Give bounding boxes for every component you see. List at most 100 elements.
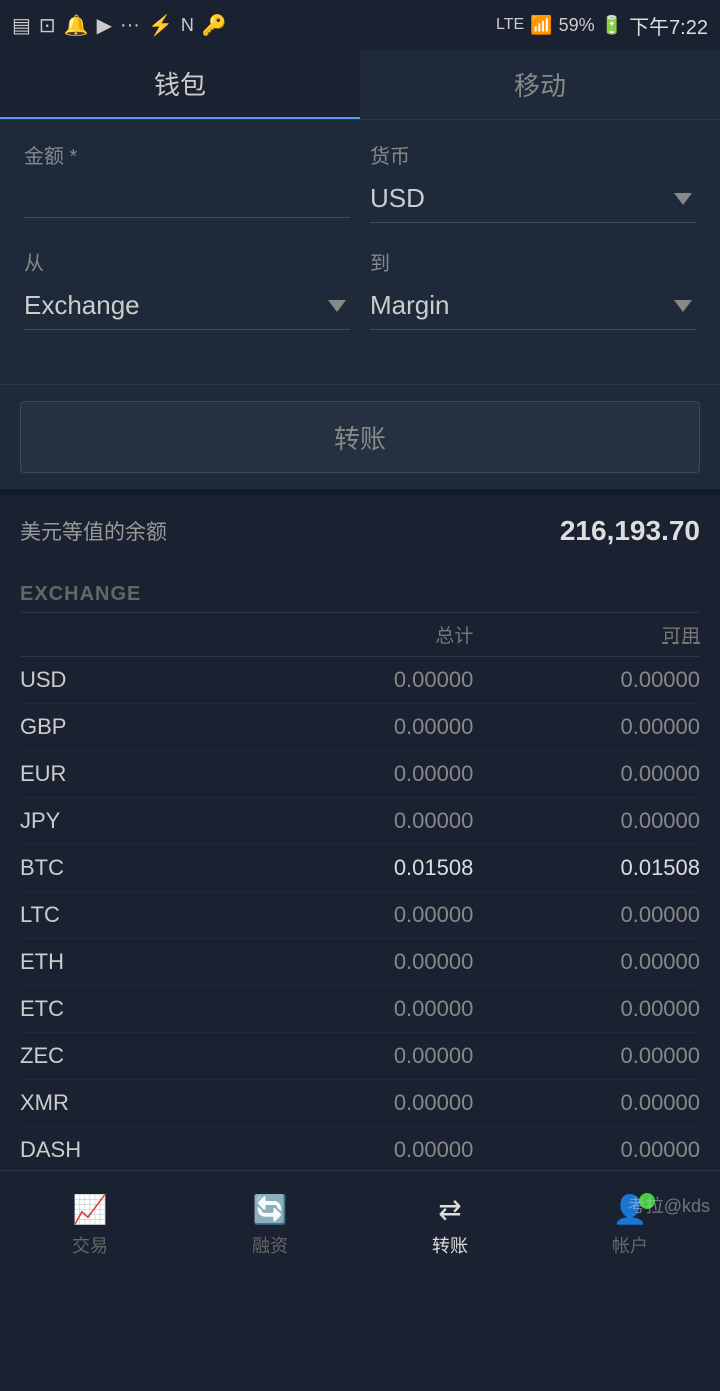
balance-label: 美元等值的余额: [20, 516, 167, 546]
row-total: 0.00000: [247, 949, 474, 975]
table-row: USD 0.00000 0.00000: [20, 657, 700, 704]
row-currency-name: BTC: [20, 855, 247, 881]
nav-label-finance: 融资: [252, 1232, 288, 1258]
row-available: 0.00000: [473, 902, 700, 928]
row-available: 0.00000: [473, 761, 700, 787]
to-group: 到 Margin: [370, 247, 696, 330]
from-value: Exchange: [24, 290, 140, 321]
main-tab-bar: 钱包 移动: [0, 50, 720, 120]
table-row: JPY 0.00000 0.00000: [20, 798, 700, 845]
row-currency-name: DASH: [20, 1137, 247, 1163]
row-total: 0.00000: [247, 667, 474, 693]
col-avail-header: 可用: [473, 621, 700, 648]
table-header: 总计 可用: [20, 613, 700, 657]
trade-icon: 📈: [73, 1193, 108, 1226]
col-total-header: 总计: [247, 621, 474, 648]
battery-percent: 59%: [559, 15, 595, 36]
to-chevron-icon: [674, 300, 696, 312]
from-chevron-icon: [328, 300, 350, 312]
from-select-wrapper: Exchange: [24, 282, 350, 330]
tab-move[interactable]: 移动: [360, 50, 720, 119]
notification-icon: 🔔: [64, 13, 89, 38]
amount-input[interactable]: [24, 175, 350, 218]
row-total: 0.00000: [247, 714, 474, 740]
table-row: GBP 0.00000 0.00000: [20, 704, 700, 751]
row-currency-name: LTC: [20, 902, 247, 928]
row-currency-name: GBP: [20, 714, 247, 740]
signal-icon: 📶: [530, 15, 552, 36]
row-total: 0.00000: [247, 996, 474, 1022]
row-available: 0.00000: [473, 1043, 700, 1069]
row-currency-name: JPY: [20, 808, 247, 834]
bluetooth-icon: ⚡: [148, 13, 173, 38]
row-total: 0.00000: [247, 1090, 474, 1116]
from-group: 从 Exchange: [24, 247, 350, 330]
row-currency-name: ETC: [20, 996, 247, 1022]
status-right-info: LTE 📶 59% 🔋 下午7:22: [496, 11, 708, 40]
menu-icon: ▤: [12, 13, 31, 38]
status-bar: ▤ ⊡ 🔔 ▶ ··· ⚡ N 🔑 LTE 📶 59% 🔋 下午7:22: [0, 0, 720, 50]
row-available: 0.00000: [473, 714, 700, 740]
row-total: 0.00000: [247, 761, 474, 787]
table-row: EUR 0.00000 0.00000: [20, 751, 700, 798]
table-row: DASH 0.00000 0.00000: [20, 1127, 700, 1174]
transfer-button[interactable]: 转账: [20, 401, 700, 473]
row-currency-name: ETH: [20, 949, 247, 975]
bottom-nav: 📈 交易 🔄 融资 ⇄ 转账 👤 帐户: [0, 1170, 720, 1280]
row-currency-name: XMR: [20, 1090, 247, 1116]
row-total: 0.00000: [247, 1137, 474, 1163]
row-available: 0.01508: [473, 855, 700, 881]
currency-select[interactable]: USD: [370, 175, 696, 222]
currency-group: 货币 USD: [370, 140, 696, 223]
row-total: 0.00000: [247, 808, 474, 834]
table-row: BTC 0.01508 0.01508: [20, 845, 700, 892]
row-available: 0.00000: [473, 1137, 700, 1163]
balance-value: 216,193.70: [560, 515, 700, 547]
row-currency-name: EUR: [20, 761, 247, 787]
tab-wallet[interactable]: 钱包: [0, 50, 360, 119]
currency-value: USD: [370, 183, 425, 214]
currency-chevron-icon: [674, 193, 696, 205]
nav-item-finance[interactable]: 🔄 融资: [180, 1193, 360, 1258]
row-available: 0.00000: [473, 667, 700, 693]
nfc-icon: N: [181, 15, 194, 36]
row-total: 0.00000: [247, 1043, 474, 1069]
play-icon: ▶: [97, 13, 112, 38]
exchange-table: EXCHANGE 总计 可用 USD 0.00000 0.00000 GBP 0…: [0, 573, 720, 1221]
finance-icon: 🔄: [253, 1193, 288, 1226]
to-value: Margin: [370, 290, 449, 321]
table-row: LTC 0.00000 0.00000: [20, 892, 700, 939]
table-row: XMR 0.00000 0.00000: [20, 1080, 700, 1127]
currency-select-wrapper: USD: [370, 175, 696, 223]
more-icon: ···: [120, 14, 140, 37]
row-currency-name: ZEC: [20, 1043, 247, 1069]
key-icon: 🔑: [202, 13, 227, 38]
transfer-btn-wrapper: 转账: [0, 384, 720, 489]
time-display: 下午7:22: [629, 11, 708, 40]
watermark: 考拉@kds: [628, 1192, 710, 1218]
row-available: 0.00000: [473, 996, 700, 1022]
nav-item-trade[interactable]: 📈 交易: [0, 1193, 180, 1258]
amount-label: 金额 *: [24, 140, 350, 169]
table-body: USD 0.00000 0.00000 GBP 0.00000 0.00000 …: [20, 657, 700, 1221]
table-row: ZEC 0.00000 0.00000: [20, 1033, 700, 1080]
currency-label: 货币: [370, 140, 696, 169]
exchange-section-header: EXCHANGE: [20, 573, 700, 613]
nav-item-transfer[interactable]: ⇄ 转账: [360, 1193, 540, 1258]
table-row: ETH 0.00000 0.00000: [20, 939, 700, 986]
row-available: 0.00000: [473, 1090, 700, 1116]
row-total: 0.01508: [247, 855, 474, 881]
from-to-row: 从 Exchange 到 Margin: [24, 247, 696, 330]
to-select-wrapper: Margin: [370, 282, 696, 330]
row-currency-name: USD: [20, 667, 247, 693]
to-label: 到: [370, 247, 696, 276]
lte-label: LTE: [496, 16, 524, 34]
status-left-icons: ▤ ⊡ 🔔 ▶ ··· ⚡ N 🔑: [12, 13, 227, 38]
nav-label-trade: 交易: [72, 1232, 108, 1258]
to-select[interactable]: Margin: [370, 282, 696, 329]
from-select[interactable]: Exchange: [24, 282, 350, 329]
row-available: 0.00000: [473, 949, 700, 975]
col-name-header: [20, 621, 247, 648]
table-row: ETC 0.00000 0.00000: [20, 986, 700, 1033]
app-icon: ⊡: [39, 13, 56, 38]
